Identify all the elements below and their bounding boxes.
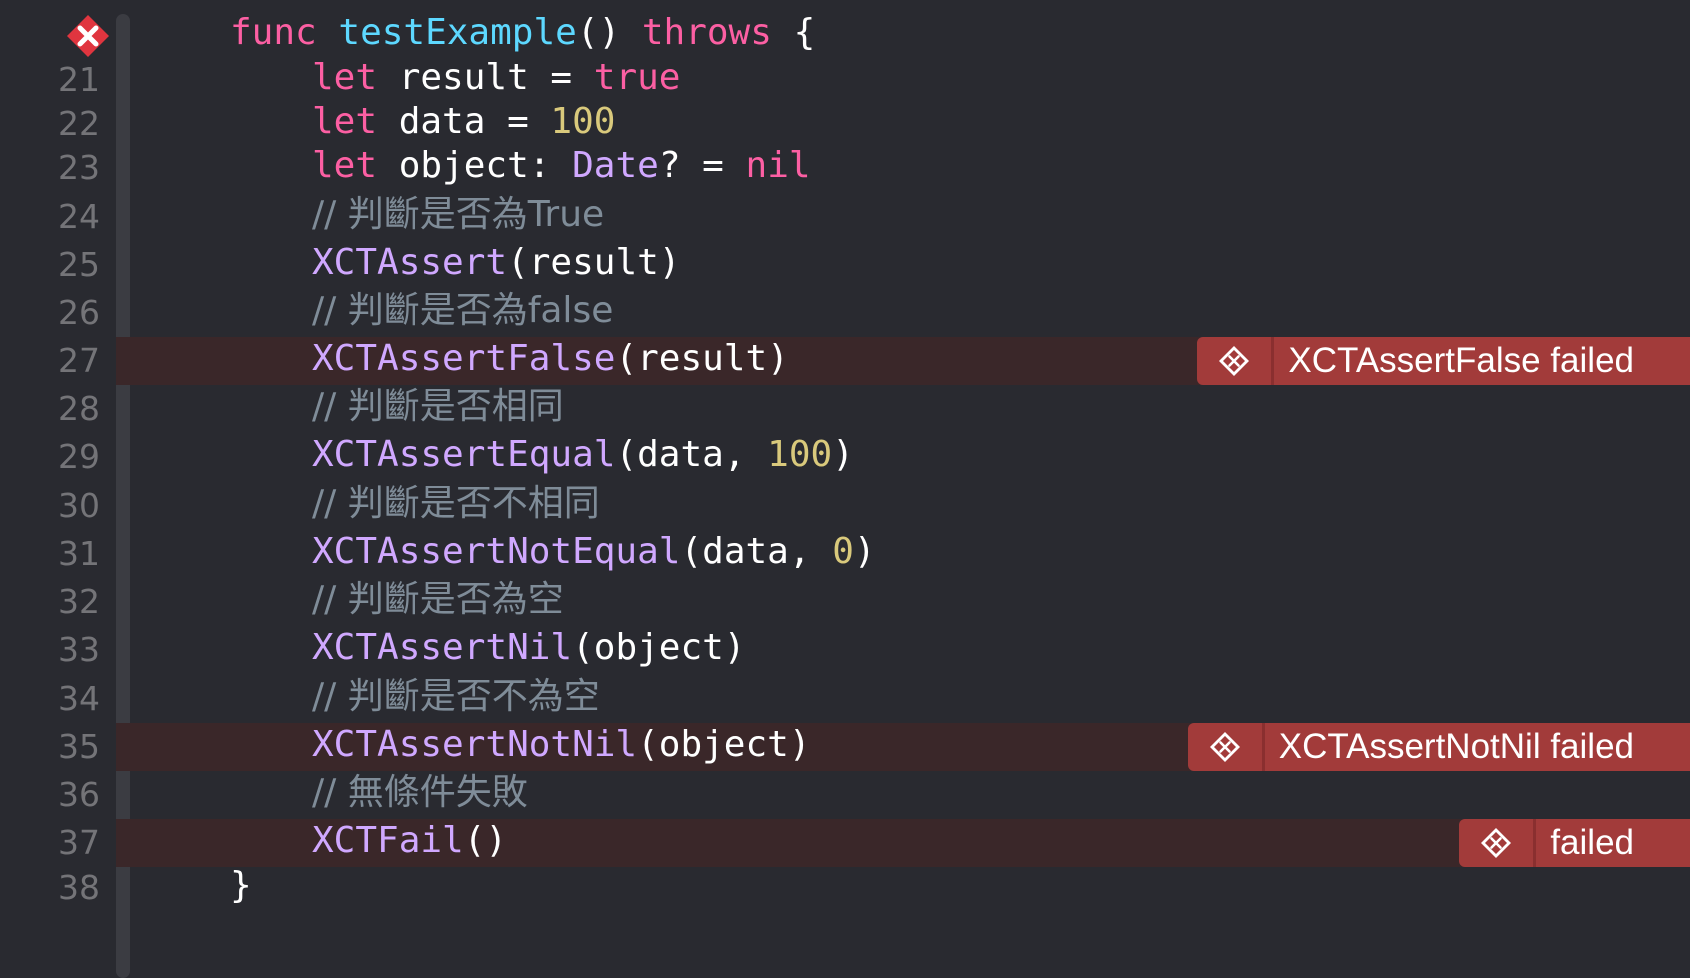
line-number: 28 [58,389,100,428]
code-line-22[interactable]: let data = 100 [312,104,615,140]
code-line-29[interactable]: XCTAssertEqual(data, 100) [312,437,854,473]
code-line-37[interactable]: XCTFail() [312,823,507,859]
line-number: 22 [58,104,100,143]
code-line-23[interactable]: let object: Date? = nil [312,148,811,184]
code-text: ) [832,434,854,475]
code-line-signature[interactable]: func testExample() throws { [230,15,815,51]
code-line-25[interactable]: XCTAssert(result) [312,245,680,281]
line-number: 24 [58,197,100,236]
error-icon [1197,337,1272,385]
function-call: XCTAssertNotEqual [312,531,681,572]
keyword: let [312,57,378,98]
function-call: XCTFail [312,820,464,861]
function-call: XCTAssertNotNil [312,724,638,765]
code-text: (result) [615,338,789,379]
code-text: (data, [615,434,768,475]
line-number: 30 [58,486,100,525]
code-line-36[interactable]: // 無條件失敗 [312,775,528,811]
line-number: 26 [58,293,100,332]
error-badge[interactable]: XCTAssertNotNil failed [1187,723,1690,771]
error-badge[interactable]: XCTAssertFalse failed [1197,337,1690,385]
line-number: 34 [58,679,100,718]
code-line-34[interactable]: // 判斷是否不為空 [312,679,600,715]
error-message: failed [1536,819,1690,867]
function-call: XCTAssert [312,242,508,283]
code-text: ? = [658,145,746,186]
number-literal: 0 [832,531,854,572]
code-line-30[interactable]: // 判斷是否不相同 [312,486,600,522]
code-text: result = [377,57,594,98]
line-number: 31 [58,534,100,573]
code-line-32[interactable]: // 判斷是否為空 [312,582,564,618]
keyword: true [593,57,681,98]
line-number: 38 [58,868,100,907]
code-text: object: [377,145,573,186]
test-failed-icon[interactable] [66,14,110,58]
number-literal: 100 [767,434,833,475]
function-call: XCTAssertFalse [312,338,616,379]
code-text: () [463,820,508,861]
code-line-38[interactable]: } [230,868,252,904]
error-badge[interactable]: failed [1459,819,1690,867]
code-text: (data, [680,531,833,572]
keyword: throws [641,12,772,53]
code-line-24[interactable]: // 判斷是否為True [312,197,604,233]
line-number: 33 [58,630,100,669]
function-call: XCTAssertNil [312,627,573,668]
error-message: XCTAssertFalse failed [1274,337,1690,385]
line-number: 35 [58,727,100,766]
code-line-28[interactable]: // 判斷是否相同 [312,389,564,425]
code-line-21[interactable]: let result = true [312,60,680,96]
number-literal: 100 [550,101,616,142]
line-number: 23 [58,148,100,187]
line-number: 29 [58,437,100,476]
line-number: 32 [58,582,100,621]
line-number: 37 [58,823,100,862]
line-number: 36 [58,775,100,814]
code-line-33[interactable]: XCTAssertNil(object) [312,630,745,666]
function-call: XCTAssertEqual [312,434,616,475]
code-text: () [576,12,621,53]
error-message: XCTAssertNotNil failed [1264,723,1690,771]
error-icon [1187,723,1262,771]
function-name: testExample [338,12,577,53]
keyword: func [230,12,317,53]
code-text: (object) [572,627,746,668]
code-text: ) [853,531,876,572]
code-text: (result) [507,242,681,283]
line-number: 25 [58,245,100,284]
keyword: let [312,145,378,186]
code-line-31[interactable]: XCTAssertNotEqual(data, 0) [312,534,876,570]
line-number: 27 [58,341,100,380]
line-number: 21 [58,60,100,99]
keyword: nil [745,145,811,186]
type-name: Date [572,145,659,186]
error-icon [1459,819,1534,867]
keyword: let [312,101,378,142]
code-line-26[interactable]: // 判斷是否為false [312,293,613,329]
code-line-35[interactable]: XCTAssertNotNil(object) [312,727,811,763]
code-text: (object) [637,724,811,765]
code-text: { [793,12,816,53]
code-line-27[interactable]: XCTAssertFalse(result) [312,341,789,377]
code-text: data = [377,101,551,142]
